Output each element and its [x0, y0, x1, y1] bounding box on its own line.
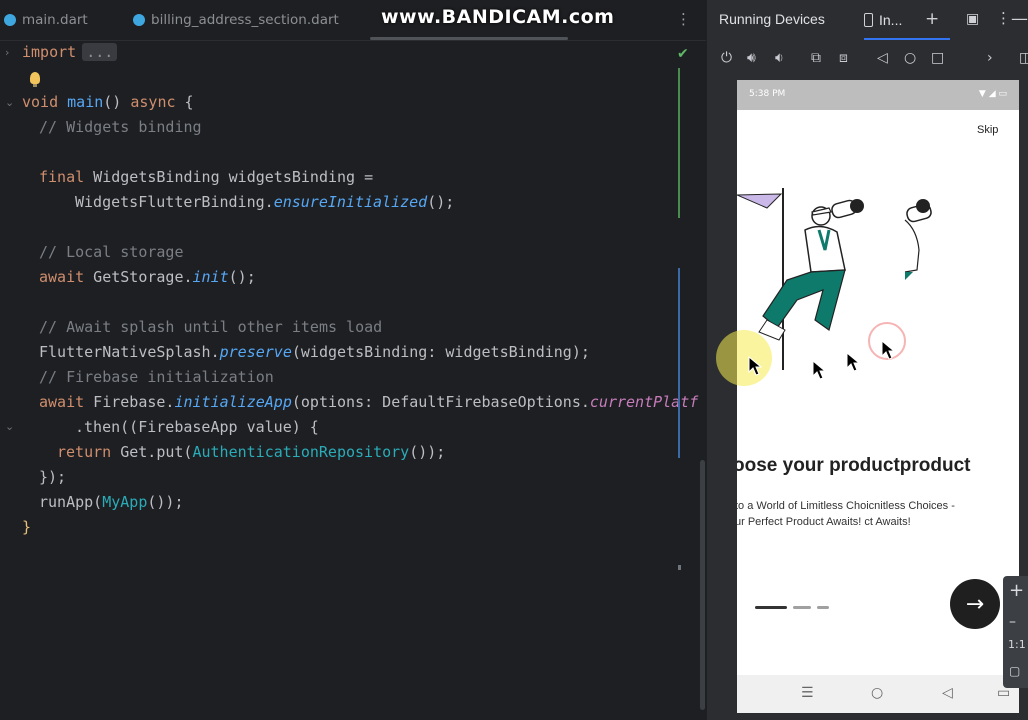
code-comment: // Await splash until other items load	[39, 318, 383, 336]
tab-label: billing_address_section.dart	[151, 12, 339, 28]
volume-down-icon[interactable]: 🔉︎	[775, 50, 784, 66]
code-line: await Firebase.initializeApp(options: De…	[39, 393, 699, 411]
arrow-right-icon: →	[965, 591, 985, 617]
change-marker-added	[678, 68, 680, 218]
checkmark-icon[interactable]: ✔	[677, 46, 689, 62]
code-line: void main() async {	[22, 93, 194, 111]
status-time: 5:38 PM	[749, 89, 786, 99]
tab-billing-address-section[interactable]: billing_address_section.dart	[133, 0, 339, 40]
page-dot	[817, 606, 829, 609]
cursor-highlight	[716, 330, 772, 386]
screenshot-icon[interactable]: ◫	[1019, 50, 1028, 66]
code-line: await GetStorage.init();	[39, 268, 256, 286]
folded-imports[interactable]: ...	[82, 43, 118, 61]
android-nav-bar: ☰ ○ ◁ ▭	[737, 675, 1019, 713]
fold-chevron-icon[interactable]: ⌄	[5, 96, 14, 109]
add-device-icon[interactable]: +	[925, 9, 939, 29]
code-area[interactable]: import... void main() async { // Widgets…	[22, 40, 702, 720]
code-line: WidgetsFlutterBinding.ensureInitialized(…	[75, 193, 455, 211]
dart-file-icon	[4, 14, 16, 26]
android-status-bar: 5:38 PM ▼ ◢ ▭	[737, 80, 1019, 110]
more-tabs-icon[interactable]: ⋮	[676, 10, 691, 28]
home-icon[interactable]: ○	[871, 685, 883, 701]
rotate-right-icon[interactable]: ⧈	[839, 50, 848, 66]
code-line: return Get.put(AuthenticationRepository(…	[57, 443, 446, 461]
skip-button[interactable]: Skip	[977, 124, 998, 136]
dart-file-icon	[133, 14, 145, 26]
scroll-marker	[678, 565, 681, 570]
minimize-icon[interactable]: —	[1011, 9, 1028, 29]
code-comment: // Local storage	[39, 243, 184, 261]
onboarding-subtitle-line1: to a World of Limitless Choicnitless Cho…	[737, 500, 955, 512]
tab-label: main.dart	[22, 12, 88, 28]
code-line: }	[22, 518, 32, 536]
zoom-controls: + – 1:1 ▢	[1003, 576, 1028, 688]
back-icon[interactable]: ◁	[942, 685, 953, 701]
tab-main-dart[interactable]: main.dart	[4, 0, 88, 40]
phone-icon	[864, 13, 873, 27]
rotate-left-icon[interactable]: ⧉	[811, 50, 821, 66]
zoom-actual-size[interactable]: 1:1	[1008, 638, 1026, 651]
overview-icon[interactable]: □	[931, 50, 944, 66]
zoom-out-icon[interactable]: –	[1009, 614, 1016, 630]
change-marker-modified	[678, 268, 680, 458]
page-dot	[793, 606, 811, 609]
page-indicator	[755, 606, 829, 609]
code-line: });	[39, 468, 67, 486]
device-toolbar: ⏻ 🔊︎ 🔉︎ ⧉ ⧈ ◁ ○ □ › ◫	[707, 44, 1028, 74]
code-line: .then((FirebaseApp value) {	[75, 418, 319, 436]
onboarding-subtitle-line2: ur Perfect Product Awaits! ct Awaits!	[737, 516, 911, 528]
zoom-fit-icon[interactable]: ▢	[1009, 664, 1020, 678]
volume-up-icon[interactable]: 🔊︎	[747, 50, 756, 66]
code-line: runApp(MyApp());	[39, 493, 184, 511]
page-dot-active	[755, 606, 787, 609]
device-tab-label: In...	[879, 12, 903, 28]
device-screen[interactable]: 5:38 PM ▼ ◢ ▭ Skip oose your productprod…	[737, 80, 1019, 713]
vertical-scrollbar[interactable]	[700, 460, 705, 710]
more-options-icon[interactable]: ⋮	[996, 9, 1011, 27]
fold-chevron-icon[interactable]: ⌄	[5, 420, 14, 433]
back-icon[interactable]: ◁	[877, 50, 888, 66]
editor-tab-bar: main.dart billing_address_section.dart w…	[0, 0, 706, 41]
code-line: final WidgetsBinding widgetsBinding =	[39, 168, 374, 186]
menu-icon[interactable]: ☰	[801, 685, 814, 701]
editor-gutter: › ⌄ ⌄	[0, 40, 20, 720]
power-icon[interactable]: ⏻	[721, 50, 732, 66]
code-comment: // Firebase initialization	[39, 368, 274, 386]
chevron-right-icon[interactable]: ›	[987, 50, 993, 66]
next-button[interactable]: →	[950, 579, 1000, 629]
home-icon[interactable]: ○	[904, 50, 916, 66]
code-line: import...	[22, 40, 118, 65]
window-layout-icon[interactable]: ▣	[966, 11, 979, 27]
onboarding-title: oose your productproduct	[737, 455, 971, 476]
zoom-in-icon[interactable]: +	[1009, 580, 1024, 601]
fold-chevron-icon[interactable]: ›	[5, 46, 9, 59]
code-comment: // Widgets binding	[39, 118, 202, 136]
panel-title: Running Devices	[719, 11, 825, 27]
code-line: FlutterNativeSplash.preserve(widgetsBind…	[39, 343, 590, 361]
code-editor[interactable]: main.dart billing_address_section.dart w…	[0, 0, 706, 720]
status-icons: ▼ ◢ ▭	[978, 89, 1007, 99]
recording-watermark: www.BANDICAM.com	[381, 6, 615, 28]
